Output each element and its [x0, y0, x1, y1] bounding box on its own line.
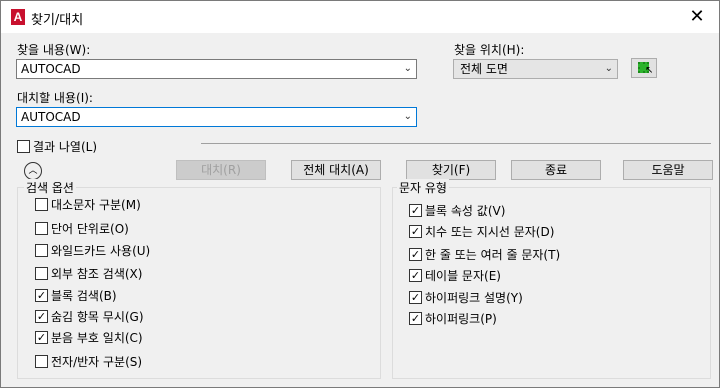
search-options-group — [17, 187, 381, 379]
close-icon: ✕ — [689, 6, 705, 27]
find-what-value: AUTOCAD — [21, 62, 81, 76]
find-replace-dialog: A 찾기/대치 ✕ 찾을 내용(W): AUTOCAD ⌄ 대치할 내용(I):… — [0, 0, 720, 388]
replace-with-value: AUTOCAD — [21, 110, 81, 124]
type-label: 테이블 문자(E) — [425, 269, 501, 283]
chevron-down-icon[interactable]: ⌄ — [404, 60, 412, 78]
checkbox-box: ✓ — [409, 248, 422, 261]
find-where-select[interactable]: 전체 도면 ⌄ — [453, 59, 618, 79]
option-label: 블록 검색(B) — [51, 289, 117, 303]
type-label: 하이퍼링크(P) — [425, 312, 497, 326]
type-hyperlink[interactable]: ✓ 하이퍼링크(P) — [409, 310, 497, 326]
find-where-label: 찾을 위치(H): — [454, 43, 525, 57]
type-block-attribute[interactable]: ✓ 블록 속성 값(V) — [409, 202, 505, 218]
option-label: 숨김 항목 무시(G) — [51, 310, 144, 324]
done-button[interactable]: 종료 — [511, 160, 601, 180]
autocad-app-icon: A — [11, 9, 25, 25]
checkbox-box: ✓ — [35, 289, 48, 302]
option-label: 단어 단위로(O) — [51, 222, 129, 236]
checkbox-box: ✓ — [409, 225, 422, 238]
window-title: 찾기/대치 — [31, 13, 84, 28]
option-label: 분음 부호 일치(C) — [51, 331, 143, 345]
type-dimension-leader[interactable]: ✓ 치수 또는 지시선 문자(D) — [409, 223, 554, 239]
list-results-checkbox[interactable]: 결과 나열(L) — [17, 138, 97, 154]
replace-all-button[interactable]: 전체 대치(A) — [291, 160, 381, 180]
checkbox-box — [35, 355, 48, 368]
option-label: 와일드카드 사용(U) — [51, 244, 151, 258]
option-label: 전자/반자 구분(S) — [51, 355, 143, 369]
checkbox-box: ✓ — [35, 310, 48, 323]
option-ignore-hidden[interactable]: ✓ 숨김 항목 무시(G) — [35, 308, 144, 324]
list-results-label: 결과 나열(L) — [33, 140, 98, 154]
option-xrefs[interactable]: 외부 참조 검색(X) — [35, 265, 142, 281]
checkbox-box: ✓ — [409, 312, 422, 325]
checkbox-box — [35, 222, 48, 235]
type-label: 하이퍼링크 설명(Y) — [425, 291, 523, 305]
type-single-multiline[interactable]: ✓ 한 줄 또는 여러 줄 문자(T) — [409, 246, 560, 262]
option-label: 대소문자 구분(M) — [51, 198, 141, 212]
find-button[interactable]: 찾기(F) — [406, 160, 496, 180]
option-match-case[interactable]: 대소문자 구분(M) — [35, 196, 141, 212]
type-label: 블록 속성 값(V) — [425, 204, 506, 218]
option-wildcards[interactable]: 와일드카드 사용(U) — [35, 242, 150, 258]
option-blocks[interactable]: ✓ 블록 검색(B) — [35, 287, 117, 303]
chevron-up-icon: ︿ — [28, 166, 38, 176]
option-label: 외부 참조 검색(X) — [51, 267, 143, 281]
find-where-value: 전체 도면 — [460, 62, 508, 76]
text-types-title: 문자 유형 — [397, 179, 449, 196]
checkbox-box — [35, 198, 48, 211]
type-hyperlink-desc[interactable]: ✓ 하이퍼링크 설명(Y) — [409, 289, 523, 305]
option-half-full-width[interactable]: 전자/반자 구분(S) — [35, 353, 142, 369]
option-whole-words[interactable]: 단어 단위로(O) — [35, 220, 129, 236]
checkbox-box: ✓ — [409, 291, 422, 304]
type-label: 한 줄 또는 여러 줄 문자(T) — [425, 248, 561, 262]
checkbox-box — [35, 267, 48, 280]
select-objects-button[interactable]: ↖ — [631, 58, 657, 78]
collapse-options-button[interactable]: ︿ — [24, 162, 42, 180]
type-table-text[interactable]: ✓ 테이블 문자(E) — [409, 267, 501, 283]
cursor-icon: ↖ — [645, 65, 654, 76]
replace-with-input[interactable]: AUTOCAD ⌄ — [16, 107, 417, 127]
type-label: 치수 또는 지시선 문자(D) — [425, 225, 555, 239]
chevron-down-icon: ⌄ — [604, 63, 613, 74]
checkbox-box: ✓ — [409, 269, 422, 282]
replace-with-label: 대치할 내용(I): — [17, 91, 93, 105]
checkbox-box — [17, 140, 30, 153]
replace-button[interactable]: 대치(R) — [176, 160, 266, 180]
help-button[interactable]: 도움말 — [623, 160, 713, 180]
option-diacritics[interactable]: ✓ 분음 부호 일치(C) — [35, 329, 143, 345]
close-button[interactable]: ✕ — [675, 1, 719, 33]
divider — [201, 143, 711, 144]
title-bar: A 찾기/대치 ✕ — [1, 1, 719, 33]
checkbox-box: ✓ — [409, 204, 422, 217]
find-what-input[interactable]: AUTOCAD ⌄ — [16, 59, 417, 79]
chevron-down-icon[interactable]: ⌄ — [404, 108, 412, 126]
search-options-title: 검색 옵션 — [24, 179, 76, 196]
checkbox-box: ✓ — [35, 331, 48, 344]
checkbox-box — [35, 244, 48, 257]
find-what-label: 찾을 내용(W): — [17, 43, 91, 57]
